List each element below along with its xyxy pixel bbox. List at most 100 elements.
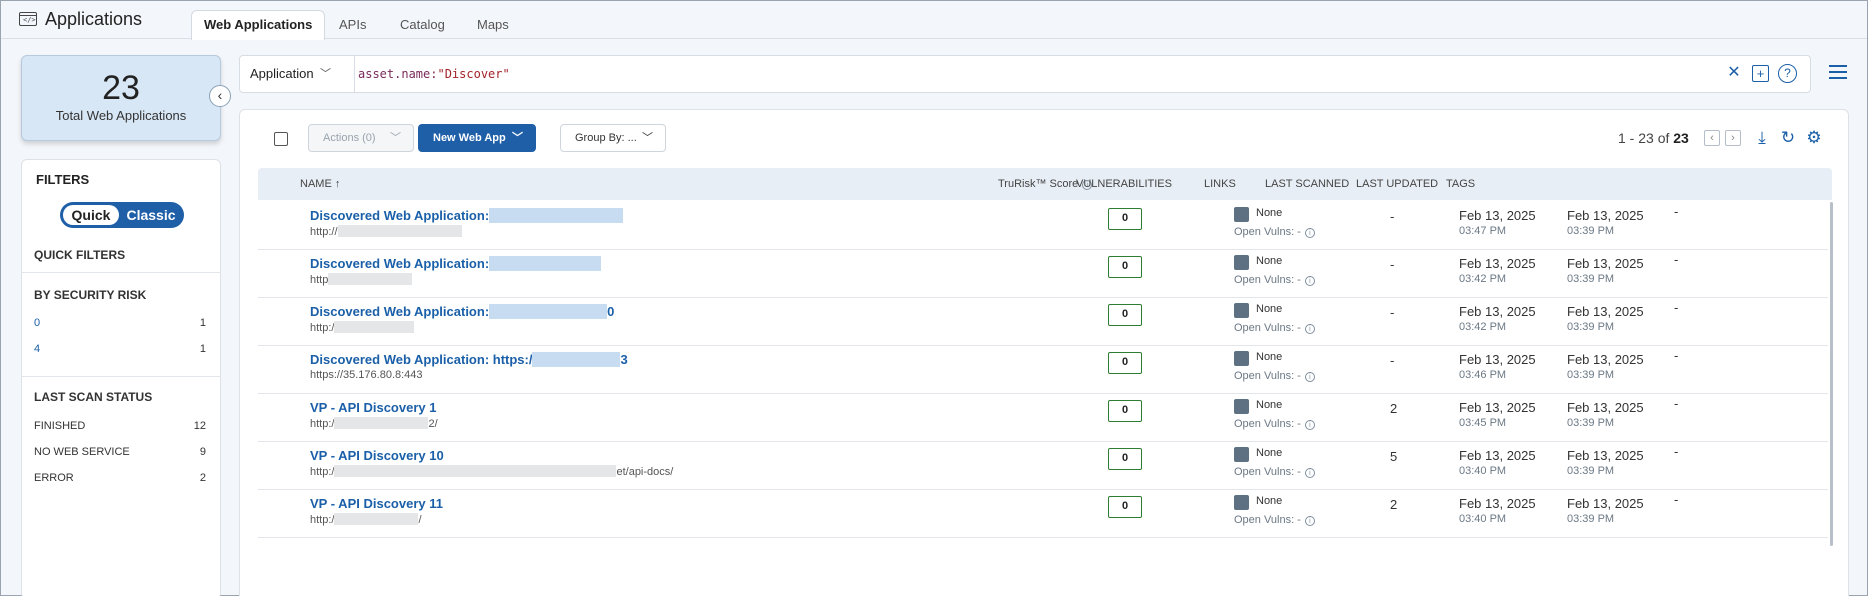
trurisk-score-badge: 0 xyxy=(1108,400,1142,422)
app-name-link[interactable]: VP - API Discovery 1 xyxy=(310,400,436,415)
info-icon[interactable]: i xyxy=(1304,468,1315,478)
vulnerabilities-value: None xyxy=(1256,303,1283,315)
last-scanned-date: Feb 13, 2025 xyxy=(1459,304,1536,319)
clear-search-icon[interactable]: ✕ xyxy=(1724,63,1744,83)
tab-web-applications[interactable]: Web Applications xyxy=(191,10,326,40)
info-icon[interactable]: i xyxy=(1304,372,1315,382)
filter-status-error[interactable]: ERROR 2 xyxy=(34,472,206,484)
filter-mode-toggle[interactable]: Quick Classic xyxy=(60,202,184,228)
column-tags-header: TAGS xyxy=(1446,178,1476,190)
next-page-icon[interactable]: › xyxy=(1725,130,1741,146)
app-url: http:/ xyxy=(310,321,415,334)
actions-button[interactable]: Actions (0) ﹀ xyxy=(308,124,414,152)
vulnerabilities-value: None xyxy=(1256,351,1283,363)
add-filter-icon[interactable]: + xyxy=(1752,65,1769,82)
page-title: Applications xyxy=(45,9,143,29)
last-updated-time: 03:39 PM xyxy=(1567,321,1615,333)
trurisk-score-badge: 0 xyxy=(1108,448,1142,470)
top-bar: </> Applications Web Applications APIs C… xyxy=(1,1,1867,40)
vulnerabilities-value: None xyxy=(1256,255,1283,267)
app-url: http:/2/ xyxy=(310,417,438,430)
last-updated-date: Feb 13, 2025 xyxy=(1567,352,1644,367)
collapse-panel-button[interactable]: ‹ xyxy=(209,85,231,107)
tags-value: - xyxy=(1674,348,1679,363)
filter-risk-0[interactable]: 0 1 xyxy=(34,317,206,329)
redacted-block xyxy=(334,321,415,333)
last-scanned-time: 03:40 PM xyxy=(1459,465,1507,477)
last-scanned-time: 03:42 PM xyxy=(1459,321,1507,333)
app-name-link[interactable]: Discovered Web Application: https:/3 xyxy=(310,352,628,367)
info-icon[interactable]: i xyxy=(1304,324,1315,334)
help-icon[interactable]: ? xyxy=(1778,64,1797,83)
search-bar: Application ﹀ asset.name:"Discover" ✕ + … xyxy=(239,55,1811,93)
last-updated-date: Feb 13, 2025 xyxy=(1567,208,1644,223)
links-count: 5 xyxy=(1390,449,1398,464)
last-scanned-time: 03:46 PM xyxy=(1459,369,1507,381)
tags-value: - xyxy=(1674,492,1679,507)
app-name-link[interactable]: Discovered Web Application: 0 xyxy=(310,304,614,319)
app-url: http:// xyxy=(310,513,422,526)
last-updated-time: 03:39 PM xyxy=(1567,273,1615,285)
select-all-checkbox[interactable] xyxy=(274,132,288,146)
last-scanned-date: Feb 13, 2025 xyxy=(1459,448,1536,463)
info-icon[interactable]: i xyxy=(1304,516,1315,526)
tags-value: - xyxy=(1674,300,1679,315)
table-row[interactable]: VP - API Discovery 1 http:/2/ 0 None Ope… xyxy=(258,394,1828,442)
table-row[interactable]: Discovered Web Application: http 0 None … xyxy=(258,250,1828,298)
info-icon[interactable]: i xyxy=(1304,420,1315,430)
severity-square-icon xyxy=(1234,495,1249,510)
app-url: http:// xyxy=(310,225,462,238)
severity-square-icon xyxy=(1234,447,1249,462)
table-row[interactable]: Discovered Web Application: https:/3 htt… xyxy=(258,346,1828,394)
toggle-quick[interactable]: Quick xyxy=(63,205,119,225)
column-last-updated-header: LAST UPDATED xyxy=(1356,178,1439,190)
trurisk-score-badge: 0 xyxy=(1108,256,1142,278)
info-icon[interactable]: i xyxy=(1304,228,1315,238)
app-url: http:/et/api-docs/ xyxy=(310,465,674,478)
info-icon[interactable]: i xyxy=(1304,276,1315,286)
app-name-link[interactable]: Discovered Web Application: xyxy=(310,208,624,223)
menu-icon[interactable] xyxy=(1829,65,1847,79)
vulnerabilities-value: None xyxy=(1256,207,1283,219)
column-name-header[interactable]: NAME ↑ xyxy=(300,168,340,200)
app-name-link[interactable]: VP - API Discovery 10 xyxy=(310,448,444,463)
tags-value: - xyxy=(1674,252,1679,267)
table-row[interactable]: Discovered Web Application: http:// 0 No… xyxy=(258,202,1828,250)
table-row[interactable]: VP - API Discovery 11 http:// 0 None Ope… xyxy=(258,490,1828,538)
new-web-app-button[interactable]: New Web App ﹀ xyxy=(418,124,536,152)
trurisk-score-badge: 0 xyxy=(1108,208,1142,230)
tab-maps[interactable]: Maps xyxy=(465,11,521,40)
vertical-scrollbar[interactable] xyxy=(1830,202,1833,546)
toggle-classic[interactable]: Classic xyxy=(122,205,180,225)
trurisk-score-badge: 0 xyxy=(1108,304,1142,326)
app-name-link[interactable]: VP - API Discovery 11 xyxy=(310,496,443,511)
tab-apis[interactable]: APIs xyxy=(327,11,378,40)
trurisk-score-badge: 0 xyxy=(1108,352,1142,374)
redacted-block xyxy=(489,256,602,271)
tab-catalog[interactable]: Catalog xyxy=(388,11,457,40)
group-by-select[interactable]: Group By: ... ﹀ xyxy=(560,124,666,152)
open-vulns: Open Vulns: -i xyxy=(1234,418,1315,430)
download-icon[interactable]: ⤓ xyxy=(1752,128,1772,148)
previous-page-icon[interactable]: ‹ xyxy=(1704,130,1720,146)
filter-status-no-web-service[interactable]: NO WEB SERVICE 9 xyxy=(34,446,206,458)
filters-title: FILTERS xyxy=(36,172,90,187)
app-url: https://35.176.80.8:443 xyxy=(310,369,423,381)
filter-risk-4[interactable]: 4 1 xyxy=(34,343,206,355)
vulnerabilities-value: None xyxy=(1256,495,1283,507)
vulnerabilities-value: None xyxy=(1256,447,1283,459)
refresh-icon[interactable]: ↻ xyxy=(1778,128,1798,148)
web-app-icon: </> xyxy=(19,12,37,26)
settings-gear-icon[interactable]: ⚙ xyxy=(1804,128,1824,148)
app-name-link[interactable]: Discovered Web Application: xyxy=(310,256,602,271)
chevron-down-icon: ﹀ xyxy=(320,68,331,80)
redacted-block xyxy=(328,273,413,285)
table-row[interactable]: Discovered Web Application: 0 http:/ 0 No… xyxy=(258,298,1828,346)
filter-status-finished[interactable]: FINISHED 12 xyxy=(34,420,206,432)
divider xyxy=(22,272,220,273)
column-last-scanned-header: LAST SCANNED xyxy=(1265,178,1350,190)
search-input[interactable]: asset.name:"Discover" xyxy=(358,56,510,92)
table-row[interactable]: VP - API Discovery 10 http:/et/api-docs/… xyxy=(258,442,1828,490)
last-updated-date: Feb 13, 2025 xyxy=(1567,400,1644,415)
search-scope-select[interactable]: Application ﹀ xyxy=(240,56,355,92)
